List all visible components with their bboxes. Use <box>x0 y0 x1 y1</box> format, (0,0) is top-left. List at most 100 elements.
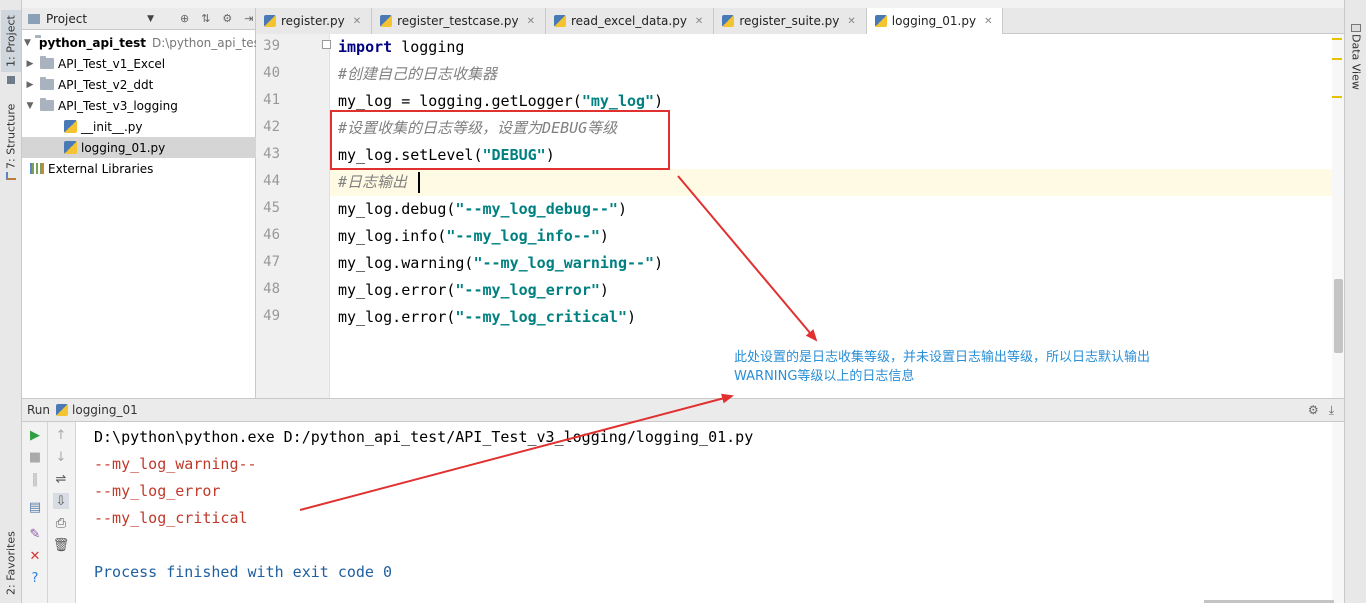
tree-item-api-test-v1[interactable]: ▶ API_Test_v1_Excel <box>22 53 256 74</box>
rerun-icon[interactable]: ▶ <box>27 427 43 443</box>
tab-logging-01-py[interactable]: logging_01.py ✕ <box>866 8 1004 34</box>
code-line-49: my_log.error("--my_log_critical") <box>338 304 636 331</box>
arrow-up-icon[interactable]: ↑ <box>53 427 69 443</box>
project-panel-header: Project ▼ ⊕ ⇅ ⚙ ⇥ <box>22 8 255 30</box>
tab-label: register_testcase.py <box>397 14 519 28</box>
favorites-tool-label: 2: Favorites <box>4 531 18 595</box>
code-text: logging <box>392 38 465 56</box>
tree-item-api-test-v3[interactable]: ▼ API_Test_v3_logging <box>22 95 256 116</box>
locate-icon[interactable]: ⊕ <box>180 12 189 25</box>
structure-tool-label: 7: Structure <box>4 103 18 169</box>
folder-icon <box>40 77 54 90</box>
tree-item-init-py[interactable]: __init__.py <box>22 116 256 137</box>
python-file-icon <box>553 15 566 27</box>
chevron-down-icon[interactable]: ▼ <box>147 14 154 24</box>
collapse-icon[interactable]: ⇅ <box>201 12 210 25</box>
annotation-line: WARNING等级以上的日志信息 <box>734 369 915 384</box>
hide-icon[interactable]: ⇥ <box>244 12 253 25</box>
code-comment: #创建自己的日志收集器 <box>338 65 498 83</box>
code-text: ) <box>654 92 664 110</box>
pin-icon[interactable]: ✎ <box>27 526 43 542</box>
code-string: "--my_log_critical" <box>455 308 627 326</box>
tree-item-external-libraries[interactable]: External Libraries <box>22 158 256 179</box>
inspection-marker[interactable] <box>1332 38 1342 40</box>
close-icon[interactable]: ✕ <box>847 16 855 27</box>
code-text: ) <box>599 281 609 299</box>
close-icon[interactable]: ✕ <box>527 16 535 27</box>
code-keyword: import <box>338 38 393 56</box>
close-icon[interactable]: ✕ <box>984 16 992 27</box>
annotation-note: 此处设置的是日志收集等级，并未设置日志输出等级，所以日志默认输出 WARNING… <box>734 348 1294 386</box>
run-panel-header: Run logging_01 ⚙ ⤓ <box>22 398 1344 422</box>
code-line-48: my_log.error("--my_log_error") <box>338 277 609 304</box>
inspection-marker[interactable] <box>1332 58 1342 60</box>
python-file-icon <box>874 15 887 27</box>
code-text: ) <box>627 308 637 326</box>
tab-data-view[interactable]: Data View <box>1347 34 1365 90</box>
trash-icon[interactable]: 🗑 <box>53 537 70 553</box>
code-line-40: #创建自己的日志收集器 <box>338 61 497 88</box>
code-line-45: my_log.debug("--my_log_debug--") <box>338 196 627 223</box>
code-line-46: my_log.info("--my_log_info--") <box>338 223 609 250</box>
code-comment: #日志输出 <box>338 173 408 191</box>
soft-wrap-icon[interactable]: ⇌ <box>53 471 69 487</box>
code-editor[interactable]: 39 40 41 42 43 44 45 46 47 48 49 import … <box>256 34 1344 398</box>
run-config-name[interactable]: logging_01 <box>72 403 138 417</box>
folder-icon <box>40 56 54 69</box>
tab-favorites-tool[interactable]: 2: Favorites <box>1 528 21 598</box>
current-line-highlight <box>330 169 1344 196</box>
tab-label: register_suite.py <box>739 14 840 28</box>
tab-label: register.py <box>281 14 345 28</box>
line-number: 49 <box>263 308 280 324</box>
chevron-right-icon[interactable]: ▶ <box>24 80 36 90</box>
stop-icon[interactable]: ■ <box>27 449 43 465</box>
editor-gutter: 39 40 41 42 43 44 45 46 47 48 49 <box>256 34 331 398</box>
chevron-down-icon[interactable]: ▼ <box>24 38 31 48</box>
tab-label: logging_01.py <box>891 14 977 28</box>
python-file-icon <box>380 15 393 27</box>
code-text: my_log.info( <box>338 227 447 245</box>
chevron-down-icon[interactable]: ▼ <box>24 101 36 111</box>
console-scrollbar[interactable] <box>1332 422 1344 603</box>
gear-icon[interactable]: ⚙ <box>1308 403 1319 418</box>
gear-icon[interactable]: ⚙ <box>222 12 232 25</box>
code-text: ) <box>654 254 664 272</box>
tree-item-label: python_api_test <box>38 35 146 50</box>
close-icon[interactable]: ✕ <box>353 16 361 27</box>
arrow-down-icon[interactable]: ↓ <box>53 449 69 465</box>
editor-scrollbar-thumb[interactable] <box>1334 279 1343 353</box>
tab-register-suite-py[interactable]: register_suite.py ✕ <box>714 8 867 34</box>
editor-tab-bar: register.py ✕ register_testcase.py ✕ rea… <box>256 8 1344 34</box>
scroll-to-end-icon[interactable]: ⇩ <box>53 493 69 509</box>
tab-structure-tool[interactable]: 7: Structure <box>1 100 21 172</box>
code-line-47: my_log.warning("--my_log_warning--") <box>338 250 663 277</box>
chevron-right-icon[interactable]: ▶ <box>24 59 36 69</box>
python-file-icon <box>264 15 276 27</box>
run-console[interactable]: D:\python\python.exe D:/python_api_test/… <box>76 422 1344 603</box>
code-string: "my_log" <box>581 92 655 110</box>
line-number: 46 <box>263 227 280 243</box>
editor-scrollbar[interactable] <box>1332 34 1344 398</box>
tab-project-tool[interactable]: 1: Project <box>1 10 21 72</box>
hide-panel-icon[interactable]: ⤓ <box>1329 403 1334 418</box>
tree-item-label: API_Test_v1_Excel <box>58 56 166 71</box>
library-icon <box>30 163 44 174</box>
tree-item-label: API_Test_v2_ddt <box>58 77 154 92</box>
pause-icon[interactable]: ‖ <box>27 471 43 487</box>
tree-item-python-api-test[interactable]: ▼ python_api_test D:\python_api_test <box>22 32 265 53</box>
close-icon[interactable]: ✕ <box>695 16 703 27</box>
restore-layout-icon[interactable]: ▤ <box>27 499 43 515</box>
tree-item-api-test-v2[interactable]: ▶ API_Test_v2_ddt <box>22 74 256 95</box>
tab-read-excel-data-py[interactable]: read_excel_data.py ✕ <box>545 8 715 34</box>
tree-item-logging-01-py[interactable]: logging_01.py <box>22 137 256 158</box>
tab-register-testcase-py[interactable]: register_testcase.py ✕ <box>372 8 546 34</box>
fold-marker-icon[interactable] <box>322 40 331 49</box>
print-icon[interactable]: ⎙ <box>53 515 69 531</box>
help-icon[interactable]: ? <box>27 570 43 586</box>
close-icon[interactable]: ✕ <box>27 548 43 564</box>
inspection-marker[interactable] <box>1332 96 1342 98</box>
python-file-icon <box>722 15 735 27</box>
project-tool-icon <box>7 76 15 84</box>
tab-register-py[interactable]: register.py ✕ <box>256 8 373 34</box>
line-number: 41 <box>263 92 280 108</box>
